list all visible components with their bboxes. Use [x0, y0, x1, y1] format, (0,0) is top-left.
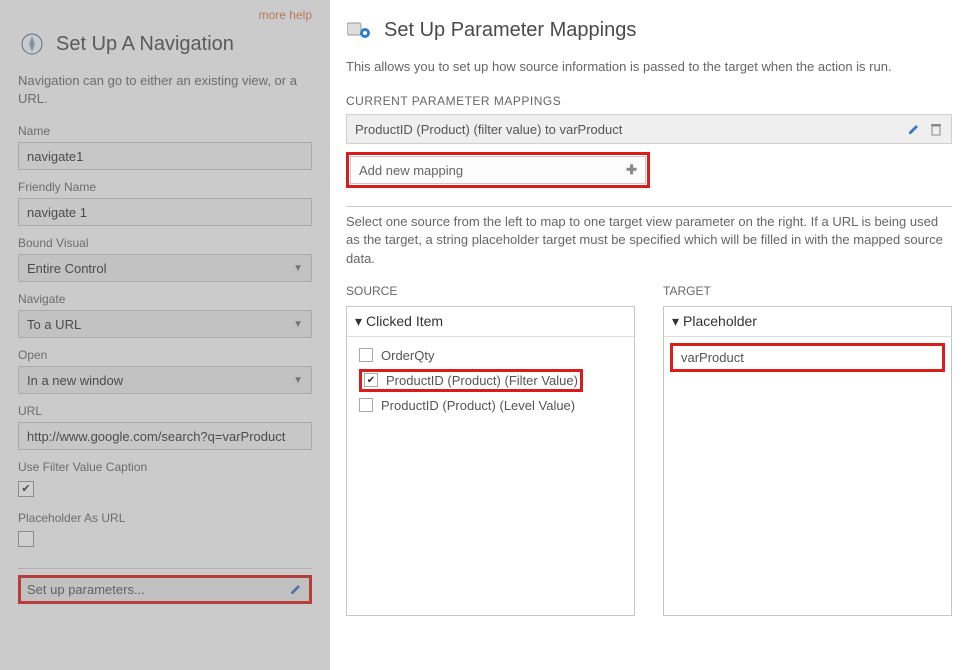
mapping-columns: SOURCE ▾ Clicked Item OrderQty ProductID… [346, 284, 952, 616]
source-head: SOURCE [346, 284, 635, 298]
target-item-varproduct[interactable]: varProduct [670, 343, 945, 372]
placeholder-url-row: Placeholder As URL [18, 511, 312, 550]
friendly-name-label: Friendly Name [18, 180, 312, 194]
left-title-row: Set Up A Navigation [18, 30, 312, 58]
source-checkbox[interactable] [364, 373, 378, 387]
setup-parameters-label: Set up parameters... [27, 582, 145, 597]
navigate-value: To a URL [27, 317, 81, 332]
source-item-label: ProductID (Product) (Filter Value) [386, 373, 578, 388]
open-value: In a new window [27, 373, 123, 388]
add-mapping-button[interactable]: Add new mapping ✚ [346, 152, 650, 188]
name-input[interactable] [18, 142, 312, 170]
source-item-productid-filter[interactable]: ProductID (Product) (Filter Value) [357, 366, 624, 395]
chevron-down-icon: ▼ [293, 375, 303, 386]
name-label: Name [18, 124, 312, 138]
navigate-label: Navigate [18, 292, 312, 306]
delete-mapping-icon[interactable] [929, 122, 943, 136]
chevron-down-icon: ▼ [293, 319, 303, 330]
navigate-select[interactable]: To a URL ▼ [18, 310, 312, 338]
source-item-orderqty[interactable]: OrderQty [357, 345, 624, 366]
url-label: URL [18, 404, 312, 418]
left-title: Set Up A Navigation [56, 33, 234, 56]
bound-visual-value: Entire Control [27, 261, 106, 276]
left-panel: more help Set Up A Navigation Navigation… [0, 0, 330, 670]
source-group-header[interactable]: ▾ Clicked Item [347, 307, 634, 337]
bound-visual-label: Bound Visual [18, 236, 312, 250]
mapping-row[interactable]: ProductID (Product) (filter value) to va… [346, 114, 952, 144]
placeholder-url-label: Placeholder As URL [18, 511, 312, 525]
pencil-icon [289, 582, 303, 596]
bound-visual-select[interactable]: Entire Control ▼ [18, 254, 312, 282]
target-column: TARGET ▾ Placeholder varProduct [663, 284, 952, 616]
open-select[interactable]: In a new window ▼ [18, 366, 312, 394]
source-item-label: ProductID (Product) (Level Value) [381, 398, 575, 413]
source-group-label: Clicked Item [366, 313, 443, 329]
friendly-name-input[interactable] [18, 198, 312, 226]
mapping-text: ProductID (Product) (filter value) to va… [355, 122, 622, 137]
left-description: Navigation can go to either an existing … [18, 72, 312, 108]
divider [346, 206, 952, 207]
caret-down-icon: ▾ [355, 313, 362, 330]
source-column: SOURCE ▾ Clicked Item OrderQty ProductID… [346, 284, 635, 616]
source-item-productid-level[interactable]: ProductID (Product) (Level Value) [357, 395, 624, 416]
filter-caption-label: Use Filter Value Caption [18, 460, 312, 474]
source-listbox: ▾ Clicked Item OrderQty ProductID (Produ… [346, 306, 635, 616]
right-title: Set Up Parameter Mappings [384, 19, 636, 42]
add-mapping-label: Add new mapping [359, 163, 463, 178]
mapping-instruction: Select one source from the left to map t… [346, 213, 952, 268]
navigation-icon [18, 30, 46, 58]
filter-caption-checkbox[interactable] [18, 481, 34, 497]
more-help-link[interactable]: more help [18, 0, 312, 22]
divider [18, 568, 312, 569]
source-checkbox[interactable] [359, 398, 373, 412]
mapping-gear-icon [346, 16, 374, 44]
plus-icon: ✚ [626, 162, 637, 178]
target-listbox: ▾ Placeholder varProduct [663, 306, 952, 616]
open-label: Open [18, 348, 312, 362]
source-checkbox[interactable] [359, 348, 373, 362]
right-description: This allows you to set up how source inf… [346, 58, 952, 76]
url-input[interactable] [18, 422, 312, 450]
setup-parameters-button[interactable]: Set up parameters... [18, 575, 312, 604]
caret-down-icon: ▾ [672, 313, 679, 330]
chevron-down-icon: ▼ [293, 263, 303, 274]
right-title-row: Set Up Parameter Mappings [346, 16, 952, 44]
current-mappings-label: CURRENT PARAMETER MAPPINGS [346, 94, 952, 108]
filter-caption-row: Use Filter Value Caption [18, 460, 312, 497]
source-item-label: OrderQty [381, 348, 434, 363]
target-group-label: Placeholder [683, 313, 757, 329]
placeholder-url-checkbox[interactable] [18, 531, 34, 547]
target-head: TARGET [663, 284, 952, 298]
edit-mapping-icon[interactable] [907, 122, 921, 136]
right-panel: Set Up Parameter Mappings This allows yo… [330, 0, 968, 670]
target-group-header[interactable]: ▾ Placeholder [664, 307, 951, 337]
